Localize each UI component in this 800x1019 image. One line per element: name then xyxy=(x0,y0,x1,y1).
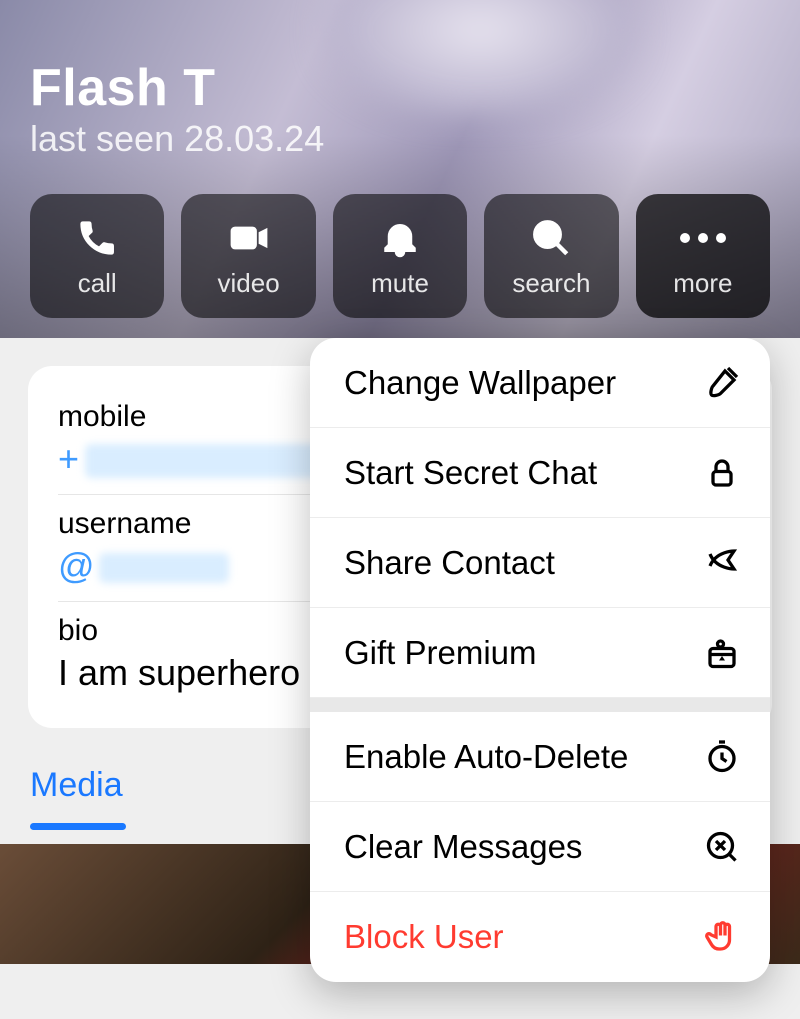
clear-chat-icon xyxy=(702,827,742,867)
search-icon xyxy=(527,214,575,262)
video-label: video xyxy=(218,268,280,299)
menu-gift-premium-label: Gift Premium xyxy=(344,634,537,672)
video-button[interactable]: video xyxy=(181,194,315,318)
menu-enable-auto-delete-label: Enable Auto-Delete xyxy=(344,738,628,776)
menu-start-secret-chat[interactable]: Start Secret Chat xyxy=(310,428,770,518)
bell-icon xyxy=(376,214,424,262)
more-menu-popup: Change Wallpaper Start Secret Chat Share… xyxy=(310,338,770,982)
mute-label: mute xyxy=(371,268,429,299)
menu-block-user-label: Block User xyxy=(344,918,504,956)
video-icon xyxy=(225,214,273,262)
mobile-value: + xyxy=(58,438,79,479)
more-label: more xyxy=(673,268,732,299)
tab-media-indicator xyxy=(30,823,126,830)
username-redacted xyxy=(99,553,229,583)
menu-change-wallpaper[interactable]: Change Wallpaper xyxy=(310,338,770,428)
menu-clear-messages-label: Clear Messages xyxy=(344,828,582,866)
menu-change-wallpaper-label: Change Wallpaper xyxy=(344,364,616,402)
menu-separator xyxy=(310,698,770,712)
hand-icon xyxy=(702,917,742,957)
search-button[interactable]: search xyxy=(484,194,618,318)
more-button[interactable]: more xyxy=(636,194,770,318)
brush-icon xyxy=(702,363,742,403)
profile-header: Flash T last seen 28.03.24 call video mu… xyxy=(0,0,800,338)
menu-start-secret-chat-label: Start Secret Chat xyxy=(344,454,597,492)
timer-icon xyxy=(702,737,742,777)
last-seen-status: last seen 28.03.24 xyxy=(30,118,324,160)
more-icon xyxy=(679,214,727,262)
menu-enable-auto-delete[interactable]: Enable Auto-Delete xyxy=(310,712,770,802)
menu-block-user[interactable]: Block User xyxy=(310,892,770,982)
menu-gift-premium[interactable]: Gift Premium xyxy=(310,608,770,698)
share-icon xyxy=(702,543,742,583)
search-label: search xyxy=(512,268,590,299)
contact-name: Flash T xyxy=(30,58,216,118)
menu-share-contact-label: Share Contact xyxy=(344,544,555,582)
menu-clear-messages[interactable]: Clear Messages xyxy=(310,802,770,892)
call-label: call xyxy=(78,268,117,299)
menu-share-contact[interactable]: Share Contact xyxy=(310,518,770,608)
mute-button[interactable]: mute xyxy=(333,194,467,318)
gift-icon xyxy=(702,633,742,673)
action-row: call video mute search more xyxy=(30,194,770,318)
lock-icon xyxy=(702,453,742,493)
phone-icon xyxy=(73,214,121,262)
username-value: @ xyxy=(58,545,95,586)
call-button[interactable]: call xyxy=(30,194,164,318)
